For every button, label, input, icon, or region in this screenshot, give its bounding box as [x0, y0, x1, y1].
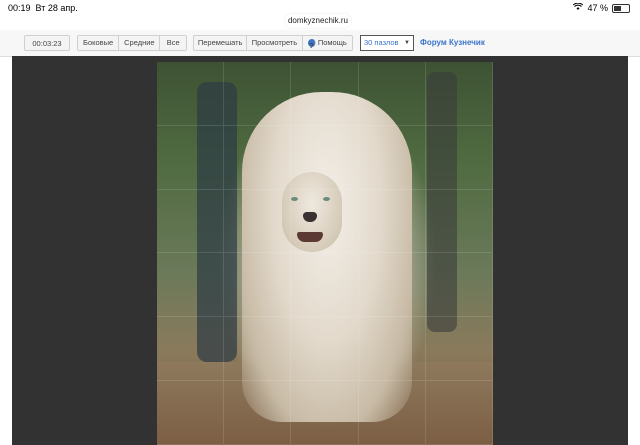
pieces-count-select[interactable]: 30 пазлов ▼	[360, 35, 414, 51]
middle-button[interactable]: Средние	[119, 36, 161, 50]
puzzle-piece[interactable]	[224, 253, 292, 318]
puzzle-piece[interactable]	[425, 189, 493, 254]
status-time: 00:19	[8, 3, 31, 13]
puzzle-piece[interactable]	[291, 317, 359, 382]
pieces-count-value: 30 пазлов	[364, 38, 399, 47]
battery-icon	[612, 3, 630, 13]
all-button[interactable]: Все	[160, 36, 186, 50]
chevron-down-icon: ▼	[404, 40, 410, 46]
puzzle-piece[interactable]	[291, 62, 359, 126]
puzzle-piece[interactable]	[224, 317, 292, 382]
edge-filter-group: Боковые Средние Все	[77, 35, 187, 51]
help-button[interactable]: ? Помощь	[303, 36, 352, 50]
puzzle-piece[interactable]	[358, 381, 426, 445]
help-label: Помощь	[317, 38, 347, 47]
puzzle-piece[interactable]	[291, 125, 359, 190]
puzzle-piece[interactable]	[425, 125, 493, 190]
puzzle-grid	[157, 62, 493, 445]
edges-button[interactable]: Боковые	[78, 36, 120, 50]
puzzle-piece[interactable]	[358, 189, 426, 254]
forum-link[interactable]: Форум Кузнечик	[420, 35, 485, 51]
battery-fill	[614, 5, 621, 11]
puzzle-piece[interactable]	[425, 317, 493, 382]
puzzle-stage	[12, 56, 628, 445]
battery-percent: 47 %	[587, 3, 608, 13]
shuffle-button[interactable]: Перемешать	[194, 36, 248, 50]
puzzle-piece[interactable]	[157, 62, 225, 126]
clock-and-date: 00:19 Вт 28 апр.	[8, 3, 78, 13]
puzzle-piece[interactable]	[157, 125, 225, 190]
preview-button[interactable]: Просмотреть	[247, 36, 303, 50]
puzzle-board[interactable]	[157, 62, 493, 445]
puzzle-piece[interactable]	[157, 381, 225, 445]
puzzle-piece[interactable]	[358, 62, 426, 126]
puzzle-piece[interactable]	[425, 62, 493, 126]
puzzle-piece[interactable]	[291, 189, 359, 254]
status-indicators: 47 %	[573, 2, 630, 13]
puzzle-piece[interactable]	[157, 317, 225, 382]
puzzle-piece[interactable]	[291, 381, 359, 445]
puzzle-piece[interactable]	[358, 317, 426, 382]
puzzle-piece[interactable]	[224, 125, 292, 190]
puzzle-piece[interactable]	[224, 381, 292, 445]
puzzle-piece[interactable]	[157, 189, 225, 254]
puzzle-piece[interactable]	[358, 125, 426, 190]
help-icon: ?	[307, 39, 316, 50]
puzzle-piece[interactable]	[425, 253, 493, 318]
wifi-icon	[573, 2, 584, 13]
puzzle-toolbar: 00:03:23 Боковые Средние Все Перемешать …	[0, 30, 640, 57]
puzzle-piece[interactable]	[157, 253, 225, 318]
timer-display: 00:03:23	[24, 35, 70, 51]
puzzle-piece[interactable]	[224, 62, 292, 126]
puzzle-piece[interactable]	[425, 381, 493, 445]
status-date: Вт 28 апр.	[35, 3, 78, 13]
puzzle-piece[interactable]	[291, 253, 359, 318]
address-bar[interactable]: domkyznechik.ru	[285, 14, 351, 28]
puzzle-piece[interactable]	[358, 253, 426, 318]
action-group: Перемешать Просмотреть ? Помощь	[193, 35, 353, 51]
puzzle-piece[interactable]	[224, 189, 292, 254]
